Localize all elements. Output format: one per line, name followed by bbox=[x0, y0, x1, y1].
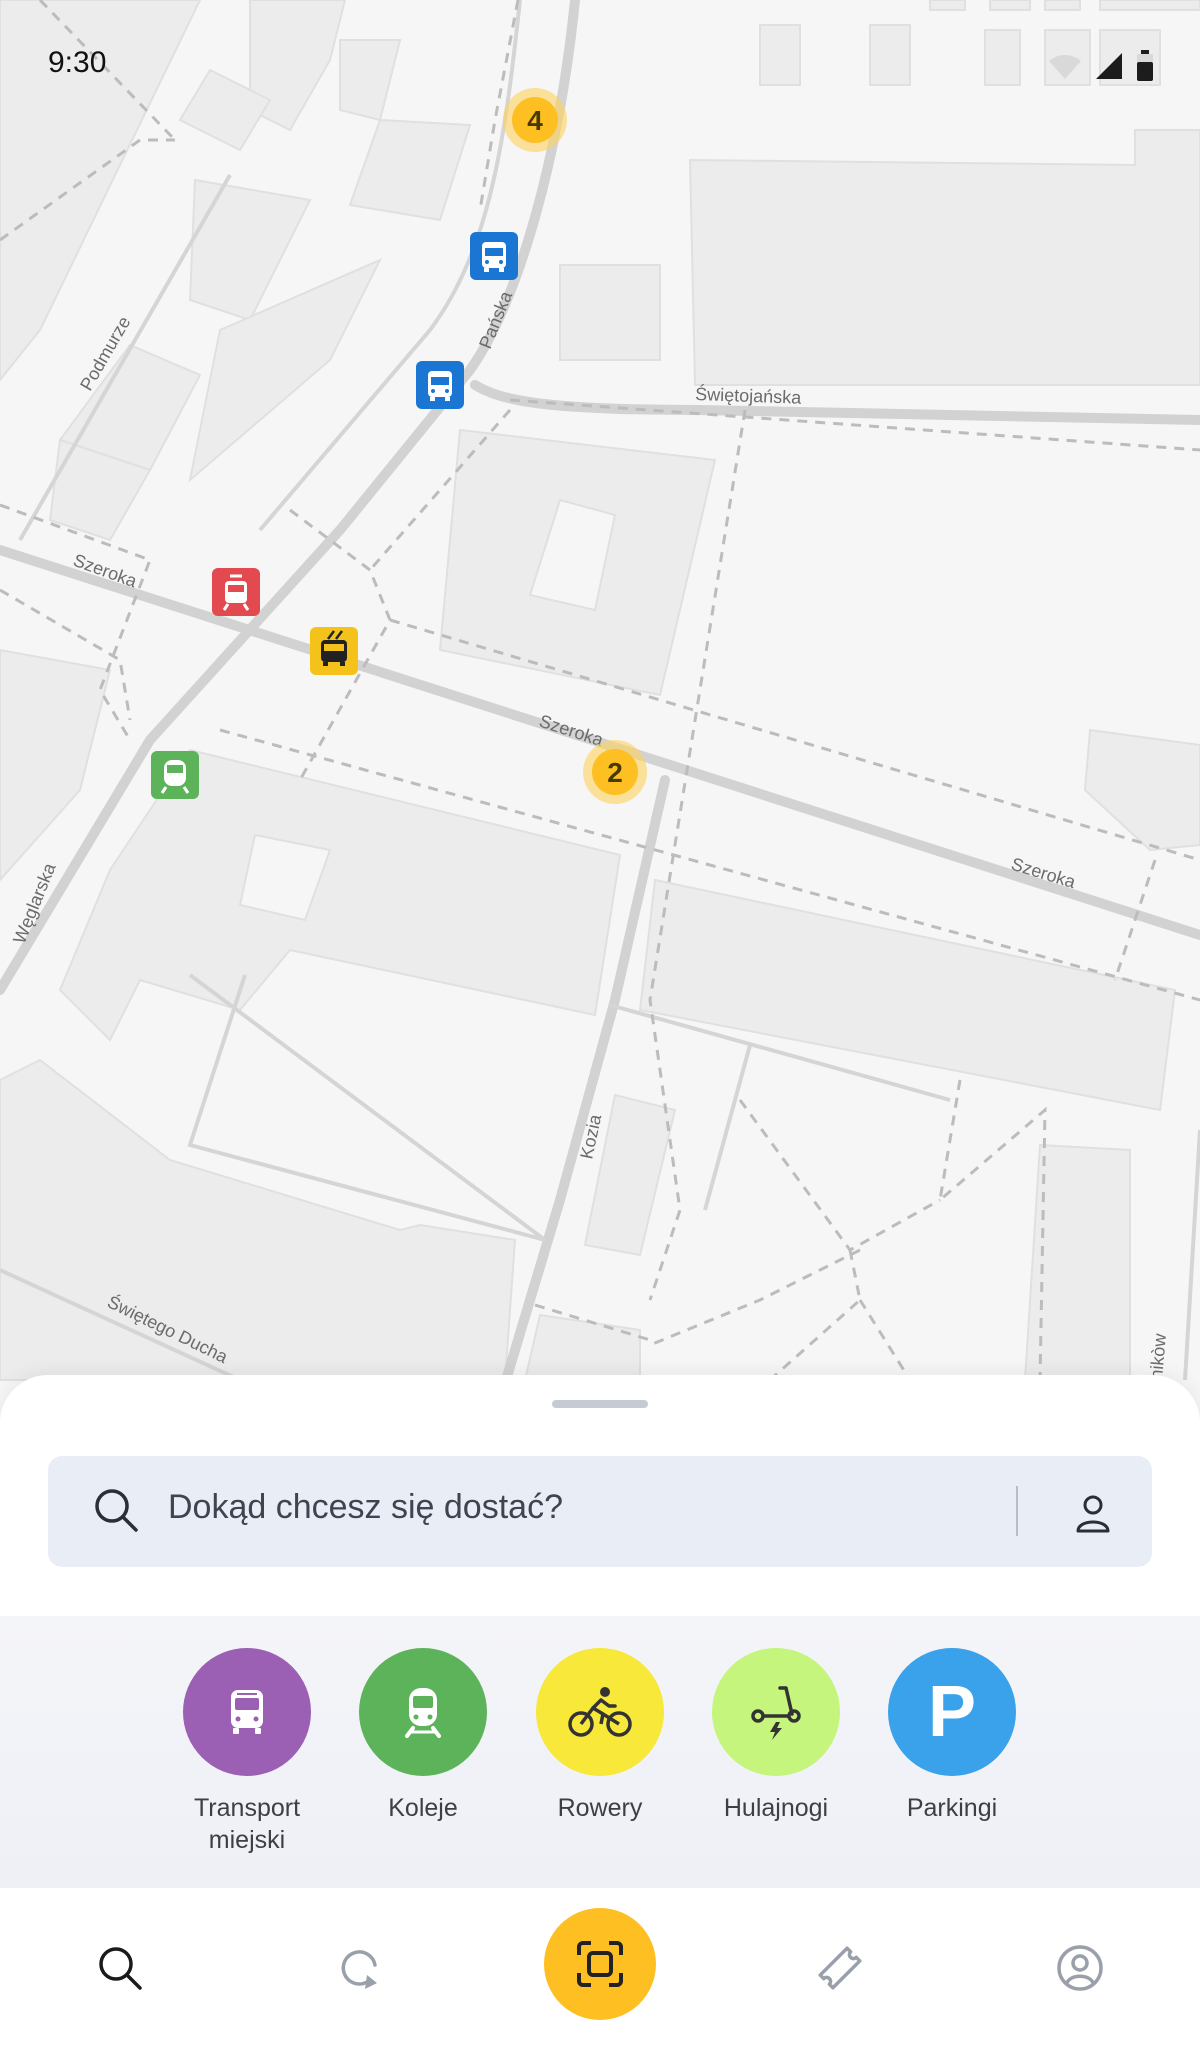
parking-icon: P bbox=[927, 1672, 977, 1752]
mode-rowery[interactable]: Rowery bbox=[515, 1648, 685, 1824]
profile-icon bbox=[1057, 1945, 1103, 1991]
mode-hulajnogi[interactable]: Hulajnogi bbox=[691, 1648, 861, 1824]
street-label: Świętojańska bbox=[695, 383, 803, 408]
signal-icon bbox=[1096, 53, 1122, 79]
search-divider bbox=[1016, 1486, 1018, 1536]
scooter-icon bbox=[751, 1686, 801, 1740]
mode-parkingi[interactable]: P Parkingi bbox=[867, 1648, 1037, 1824]
history-icon bbox=[341, 1950, 377, 1989]
search-input[interactable]: Dokąd chcesz się dostać? bbox=[168, 1488, 563, 1527]
mode-circle bbox=[183, 1648, 311, 1776]
bus-icon bbox=[428, 371, 452, 401]
mode-label: Hulajnogi bbox=[723, 1794, 829, 1822]
wifi-icon bbox=[1049, 55, 1081, 79]
nav-profile[interactable] bbox=[1020, 1888, 1140, 2048]
person-icon bbox=[1076, 1495, 1110, 1533]
transport-modes: Transport miejski Koleje Rowery Hulajnog… bbox=[0, 1616, 1200, 1888]
scan-icon bbox=[577, 1941, 623, 1987]
mode-label: Rowery bbox=[557, 1794, 643, 1822]
stop-cluster-marker[interactable]: 4 bbox=[503, 88, 567, 152]
mode-circle bbox=[712, 1648, 840, 1776]
stop-cluster-marker[interactable]: 2 bbox=[583, 740, 647, 804]
bus-icon bbox=[482, 242, 506, 272]
street-label: nikòw bbox=[1146, 1332, 1170, 1381]
bus-icon bbox=[231, 1690, 263, 1734]
cluster-count: 4 bbox=[527, 105, 543, 136]
trolleybus-stop-marker[interactable] bbox=[310, 627, 358, 675]
mode-label: Koleje bbox=[388, 1794, 458, 1822]
train-icon bbox=[405, 1688, 441, 1738]
tram-stop-marker[interactable] bbox=[212, 568, 260, 616]
cluster-count: 2 bbox=[607, 757, 623, 788]
nav-scan[interactable] bbox=[544, 1908, 656, 2020]
nav-history[interactable] bbox=[300, 1888, 420, 2048]
mode-circle bbox=[359, 1648, 487, 1776]
bus-stop-marker[interactable] bbox=[416, 361, 464, 409]
nav-search[interactable] bbox=[60, 1888, 180, 2048]
mode-label: Parkingi bbox=[906, 1794, 998, 1822]
mode-label: Transport miejski bbox=[193, 1794, 301, 1854]
account-button[interactable] bbox=[1058, 1478, 1128, 1548]
battery-icon bbox=[1137, 50, 1153, 81]
bottom-nav-bar bbox=[0, 1888, 1200, 2048]
status-time: 9:30 bbox=[48, 46, 107, 79]
search-icon bbox=[95, 1489, 138, 1532]
map[interactable]: Podmurze Pańska Świętojańska Szeroka Sze… bbox=[0, 0, 1200, 1400]
search-bar[interactable]: Dokąd chcesz się dostać? bbox=[48, 1456, 1152, 1567]
mode-circle: P bbox=[888, 1648, 1016, 1776]
bus-stop-marker[interactable] bbox=[470, 232, 518, 280]
ticket-icon bbox=[818, 1946, 862, 1990]
mode-circle bbox=[536, 1648, 664, 1776]
nav-tickets[interactable] bbox=[780, 1888, 900, 2048]
search-icon bbox=[99, 1947, 142, 1990]
bike-icon bbox=[568, 1687, 632, 1737]
sheet-drag-handle[interactable] bbox=[552, 1400, 648, 1408]
status-icons bbox=[1048, 50, 1154, 82]
train-stop-marker[interactable] bbox=[151, 751, 199, 799]
mode-koleje[interactable]: Koleje bbox=[338, 1648, 508, 1824]
mode-transport-miejski[interactable]: Transport miejski bbox=[162, 1648, 332, 1856]
